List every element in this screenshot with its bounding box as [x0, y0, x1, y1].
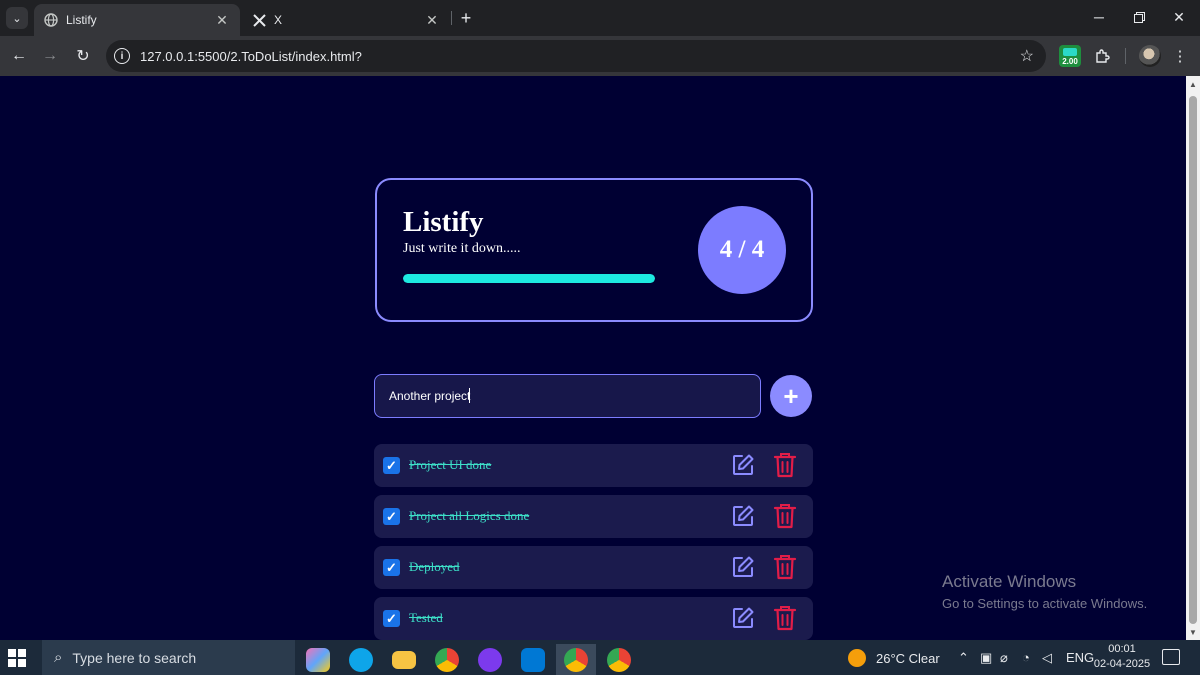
progress-fill [403, 274, 655, 283]
todo-text: Project all Logics done [409, 508, 530, 523]
clock-date: 02-04-2025 [1093, 658, 1151, 670]
more-menu-icon[interactable]: ⋮ [1168, 44, 1192, 68]
tab-x[interactable]: X ✕ [242, 4, 450, 36]
new-tab-icon[interactable]: + [456, 8, 476, 28]
browser-tab-bar: ⌄ Listify ✕ X ✕ + ─ ✕ [0, 0, 1200, 36]
progress-bar [403, 274, 655, 283]
todo-text: Tested [409, 610, 443, 625]
search-icon: ⌕ [54, 649, 63, 666]
windows-taskbar: ⌕ Type here to search 26°C Clear ⌃ ▣ ⌀ ◔… [0, 640, 1200, 675]
globe-icon [44, 13, 58, 27]
tab-search-button[interactable]: ⌄ [6, 7, 28, 29]
todo-item: ✓ Deployed [374, 546, 813, 589]
trash-icon[interactable] [773, 554, 797, 580]
app-subtitle: Just write it down..... [403, 241, 521, 256]
tab-close-icon[interactable]: ✕ [214, 12, 230, 28]
activate-windows-watermark: Activate Windows Go to Settings to activ… [942, 572, 1147, 611]
trash-icon[interactable] [773, 452, 797, 478]
toolbar-separator [1125, 48, 1126, 64]
scroll-up-arrow-icon[interactable]: ▲ [1189, 80, 1197, 89]
page-viewport: Listify Just write it down..... 4 / 4 + … [0, 76, 1186, 640]
minimize-icon[interactable]: ─ [1086, 6, 1112, 28]
profile-avatar[interactable] [1139, 45, 1161, 67]
weather-widget[interactable]: 26°C Clear [848, 649, 940, 667]
chrome-icon[interactable] [427, 644, 467, 675]
chrome-profile-icon[interactable] [599, 644, 639, 675]
scroll-thumb[interactable] [1189, 96, 1197, 624]
back-icon[interactable]: ← [7, 44, 31, 68]
x-logo-icon [252, 13, 266, 27]
bookmark-star-icon[interactable]: ☆ [1020, 46, 1034, 66]
page-scrollbar[interactable]: ▲ ▼ [1186, 76, 1200, 640]
taskbar-search-box[interactable]: ⌕ Type here to search [42, 640, 295, 675]
tab-title: Listify [66, 13, 97, 27]
address-bar[interactable]: i 127.0.0.1:5500/2.ToDoList/index.html? … [106, 40, 1046, 72]
trash-icon[interactable] [773, 503, 797, 529]
search-placeholder: Type here to search [72, 649, 197, 666]
copilot-icon[interactable] [298, 644, 338, 675]
todo-checkbox[interactable]: ✓ [383, 457, 400, 474]
tray-chevron-up-icon[interactable]: ⌃ [958, 650, 969, 666]
watermark-subtitle: Go to Settings to activate Windows. [942, 596, 1148, 611]
reload-icon[interactable]: ↻ [71, 44, 95, 68]
task-counter: 4 / 4 [698, 206, 786, 294]
edit-icon[interactable] [731, 555, 755, 579]
watermark-title: Activate Windows [942, 572, 1077, 591]
scroll-down-arrow-icon[interactable]: ▼ [1189, 628, 1197, 637]
text-caret [469, 388, 470, 403]
tab-close-icon[interactable]: ✕ [424, 12, 440, 28]
todo-checkbox[interactable]: ✓ [383, 559, 400, 576]
todo-text: Deployed [409, 559, 460, 574]
tray-device-icon[interactable]: ▣ [980, 650, 992, 666]
extension-badge-icon[interactable]: 2.00 [1059, 45, 1081, 67]
app-title: Listify [403, 206, 484, 238]
browser-toolbar: ← → ↻ i 127.0.0.1:5500/2.ToDoList/index.… [0, 36, 1200, 76]
restore-icon[interactable] [1126, 6, 1152, 28]
task-input[interactable] [374, 374, 761, 418]
weather-text: 26°C Clear [876, 650, 940, 666]
edge-icon[interactable] [341, 644, 381, 675]
close-window-icon[interactable]: ✕ [1166, 6, 1192, 28]
add-task-button[interactable]: + [770, 375, 812, 417]
tab-title: X [274, 13, 283, 27]
url-text: 127.0.0.1:5500/2.ToDoList/index.html? [140, 48, 362, 64]
todo-item: ✓ Project all Logics done [374, 495, 813, 538]
taskbar-clock[interactable]: 00:01 02-04-2025 [1092, 642, 1152, 672]
todo-item: ✓ Project UI done [374, 444, 813, 487]
tab-listify[interactable]: Listify ✕ [34, 4, 240, 36]
vscode-icon[interactable] [513, 644, 553, 675]
notification-center-icon[interactable] [1162, 649, 1180, 665]
windows-start-icon[interactable] [8, 649, 26, 667]
github-desktop-icon[interactable] [470, 644, 510, 675]
todo-item: ✓ Tested [374, 597, 813, 640]
edit-icon[interactable] [731, 504, 755, 528]
wifi-icon[interactable]: ◔ [1022, 650, 1030, 665]
clock-time: 00:01 [1108, 643, 1136, 655]
language-indicator[interactable]: ENG [1066, 650, 1094, 665]
stats-card: Listify Just write it down..... 4 / 4 [375, 178, 813, 322]
todo-checkbox[interactable]: ✓ [383, 610, 400, 627]
tray-network-off-icon[interactable]: ⌀ [1000, 650, 1008, 666]
trash-icon[interactable] [773, 605, 797, 631]
weather-sun-icon [848, 649, 866, 667]
extensions-puzzle-icon[interactable] [1090, 44, 1114, 68]
forward-icon[interactable]: → [38, 44, 62, 68]
todo-checkbox[interactable]: ✓ [383, 508, 400, 525]
edit-icon[interactable] [731, 453, 755, 477]
edit-icon[interactable] [731, 606, 755, 630]
chrome-active-icon[interactable] [556, 644, 596, 675]
site-info-icon[interactable]: i [114, 48, 130, 64]
volume-icon[interactable]: ◁ [1042, 650, 1052, 666]
file-explorer-icon[interactable] [384, 644, 424, 675]
todo-list: ✓ Project UI done ✓ Project all Logics done… [374, 444, 813, 648]
tab-separator [451, 11, 452, 25]
todo-text: Project UI done [409, 457, 492, 472]
